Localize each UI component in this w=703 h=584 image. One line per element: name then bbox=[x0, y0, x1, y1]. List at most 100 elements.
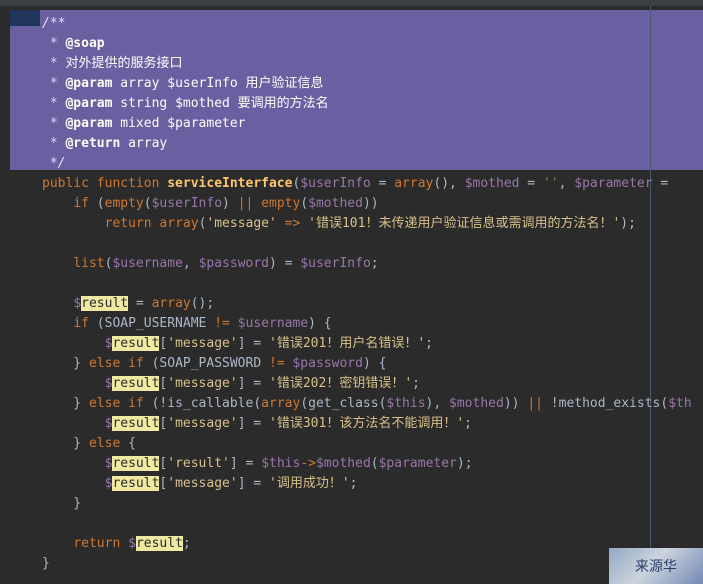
code-token: $this bbox=[386, 396, 426, 411]
code-token: * bbox=[42, 56, 66, 71]
code-line[interactable]: } bbox=[42, 554, 50, 574]
code-line[interactable]: */ bbox=[42, 154, 66, 174]
code-token: array bbox=[159, 216, 199, 231]
code-token: '' bbox=[542, 176, 559, 191]
code-line[interactable]: * @soap bbox=[42, 34, 105, 54]
code-token: * bbox=[42, 116, 66, 131]
code-token: $password bbox=[292, 356, 363, 371]
code-token: )) bbox=[362, 196, 379, 211]
code-token: '调用成功！' bbox=[269, 476, 350, 491]
code-token: != bbox=[214, 316, 230, 331]
code-line[interactable]: if (SOAP_USERNAME != $username) { bbox=[42, 314, 332, 334]
code-token: 'message' bbox=[167, 476, 238, 491]
code-token: = bbox=[519, 176, 543, 191]
code-line[interactable]: list($username, $password) = $userInfo; bbox=[42, 254, 379, 274]
code-token: ) bbox=[222, 196, 238, 211]
code-token: $mothed bbox=[464, 176, 520, 191]
code-token: $this bbox=[261, 456, 301, 471]
code-token: ; bbox=[349, 476, 358, 491]
code-line[interactable]: return $result; bbox=[42, 534, 191, 554]
code-token: != bbox=[269, 356, 285, 371]
code-token: ; bbox=[464, 416, 472, 431]
code-token: 'message' bbox=[167, 416, 238, 431]
code-token: } bbox=[42, 396, 89, 411]
code-token: , bbox=[182, 256, 199, 271]
code-token: 'message' bbox=[206, 216, 277, 231]
code-token: (); bbox=[190, 296, 215, 311]
code-token: ] = bbox=[229, 456, 262, 471]
watermark-logo: 来源华 bbox=[609, 548, 703, 584]
code-line[interactable]: * @param array $userInfo 用户验证信息 bbox=[42, 74, 324, 94]
code-token: if bbox=[73, 316, 89, 331]
code-token: array bbox=[261, 396, 301, 411]
code-token: if bbox=[73, 196, 89, 211]
highlighted-token: result bbox=[81, 296, 129, 311]
code-token: * bbox=[42, 76, 66, 91]
code-token: ) { bbox=[308, 316, 332, 331]
code-token: '错误301！该方法名不能调用！' bbox=[269, 416, 465, 431]
code-token: array bbox=[120, 136, 168, 151]
code-token: ); bbox=[620, 216, 636, 231]
code-line[interactable]: * @param string $mothed 要调用的方法名 bbox=[42, 94, 329, 114]
code-line[interactable]: $result['message'] = '错误301！该方法名不能调用！'; bbox=[42, 414, 472, 434]
code-token: $userInfo bbox=[300, 256, 371, 271]
code-line[interactable]: $result['message'] = '错误201！用户名错误！'; bbox=[42, 334, 433, 354]
code-token: @param bbox=[65, 116, 113, 131]
highlighted-token: result bbox=[135, 536, 183, 551]
code-token: '错误101！未传递用户验证信息或需调用的方法名！' bbox=[308, 216, 621, 231]
code-token: /** bbox=[42, 16, 66, 31]
watermark-text: 来源华 bbox=[635, 559, 677, 575]
code-line[interactable]: * 对外提供的服务接口 bbox=[42, 54, 183, 74]
code-token: ] = bbox=[237, 476, 270, 491]
code-line[interactable]: if (empty($userInfo) || empty($mothed)) bbox=[42, 194, 379, 214]
highlighted-token: result bbox=[112, 476, 160, 491]
code-token: array $userInfo 用户验证信息 bbox=[112, 76, 324, 91]
code-token: array bbox=[394, 176, 434, 191]
code-line[interactable]: } bbox=[42, 494, 81, 514]
code-token: = bbox=[652, 176, 677, 191]
code-token: } bbox=[42, 556, 50, 571]
code-token: ) = bbox=[269, 256, 301, 271]
right-margin-guide bbox=[650, 6, 651, 584]
code-token: = bbox=[128, 296, 152, 311]
code-line[interactable]: * @return array bbox=[42, 134, 167, 154]
code-token: } bbox=[42, 356, 89, 371]
code-token: (!is_callable( bbox=[143, 396, 262, 411]
code-token: $mothed bbox=[315, 456, 371, 471]
code-token: $userInfo bbox=[300, 176, 371, 191]
code-line[interactable]: $result['result'] = $this->$mothed($para… bbox=[42, 454, 473, 474]
code-line[interactable]: } else if (!is_callable(array(get_class(… bbox=[42, 394, 692, 414]
code-token: public function bbox=[42, 176, 168, 191]
code-token: else if bbox=[88, 356, 144, 371]
code-token: ] = bbox=[237, 376, 270, 391]
code-token: @return bbox=[65, 136, 121, 151]
code-line[interactable]: /** bbox=[42, 14, 65, 34]
code-token: $th bbox=[668, 396, 692, 411]
highlighted-token: result bbox=[112, 336, 160, 351]
code-line[interactable]: $result['message'] = '调用成功！'; bbox=[42, 474, 358, 494]
code-token: ( bbox=[370, 456, 379, 471]
code-line[interactable]: $result['message'] = '错误202！密钥错误！'; bbox=[42, 374, 420, 394]
code-token: $ bbox=[73, 296, 82, 311]
code-line[interactable]: return array('message' => '错误101！未传递用户验证… bbox=[42, 214, 636, 234]
code-token: || bbox=[237, 196, 254, 211]
code-token: ; bbox=[370, 256, 379, 271]
code-editor[interactable]: /** * @soap * 对外提供的服务接口 * @param array $… bbox=[0, 6, 703, 584]
code-line[interactable]: } else if (SOAP_PASSWORD != $password) { bbox=[42, 354, 386, 374]
code-line[interactable]: public function serviceInterface($userIn… bbox=[42, 174, 676, 194]
code-token: $password bbox=[198, 256, 270, 271]
code-token: list bbox=[73, 256, 105, 271]
code-line[interactable]: } else { bbox=[42, 434, 136, 454]
code-line[interactable]: * @param mixed $parameter bbox=[42, 114, 246, 134]
code-token: ; bbox=[425, 336, 433, 351]
code-line[interactable]: $result = array(); bbox=[42, 294, 214, 314]
code-token: return bbox=[73, 536, 121, 551]
code-token: * bbox=[42, 136, 66, 151]
